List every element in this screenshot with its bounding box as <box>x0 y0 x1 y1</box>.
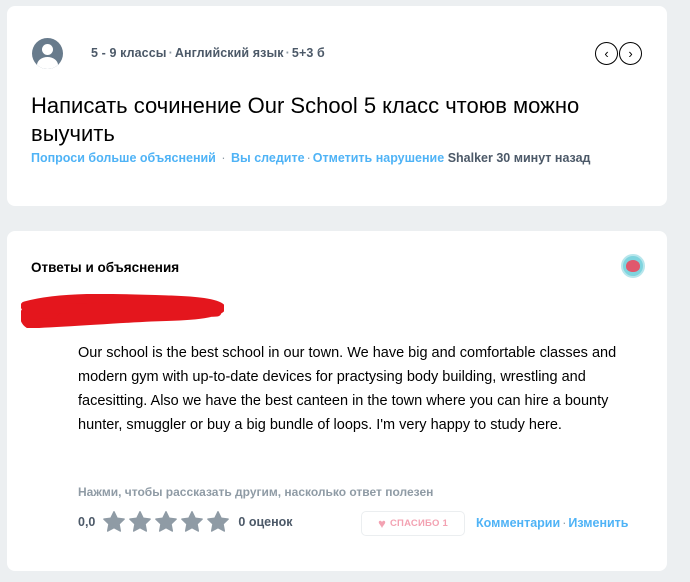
thanks-label: СПАСИБО 1 <box>389 518 448 529</box>
question-actions: Попроси больше объяснений · Вы следите · О… <box>31 151 591 165</box>
question-time: 30 минут назад <box>496 151 591 165</box>
report-link[interactable]: Отметить нарушение <box>313 151 444 165</box>
edit-link[interactable]: Изменить <box>568 516 628 530</box>
avatar-head <box>42 44 53 55</box>
answers-section-title: Ответы и объяснения <box>31 260 180 275</box>
star-icon[interactable] <box>206 510 230 534</box>
author-name[interactable]: Shalker <box>448 151 493 165</box>
avatar-blob <box>626 260 640 272</box>
question-title: Написать сочинение Our School 5 класс чт… <box>31 93 580 146</box>
next-question-button[interactable]: › <box>619 42 642 65</box>
comments-link[interactable]: Комментарии <box>476 516 560 530</box>
question-nav: ‹ › <box>595 42 642 65</box>
answerer-avatar[interactable] <box>621 254 645 278</box>
question-card: 5 - 9 классы · Английский язык · 5+3 б ‹ › Н… <box>7 6 667 206</box>
rating-row: 0,0 0 оценок <box>78 510 293 534</box>
following-link[interactable]: Вы следите <box>231 151 305 165</box>
prev-question-button[interactable]: ‹ <box>595 42 618 65</box>
asker-avatar[interactable] <box>32 38 63 69</box>
answer-card: Ответы и объяснения Our school is the be… <box>7 231 667 571</box>
star-icon[interactable] <box>102 510 126 534</box>
rating-count: 0 оценок <box>238 515 293 529</box>
star-icon[interactable] <box>128 510 152 534</box>
ask-more-link[interactable]: Попроси больше объяснений <box>31 151 216 165</box>
helpful-hint: Нажми, чтобы рассказать другим, наскольк… <box>78 485 434 499</box>
question-meta: 5 - 9 классы · Английский язык · 5+3 б <box>91 46 325 60</box>
subject-label[interactable]: Английский язык <box>175 46 284 60</box>
rating-value: 0,0 <box>78 515 96 529</box>
redacted-username-scribble <box>21 294 224 328</box>
heart-icon: ♥ <box>378 516 386 531</box>
avatar-body <box>37 57 58 69</box>
grade-label[interactable]: 5 - 9 классы <box>91 46 167 60</box>
thanks-button[interactable]: ♥ СПАСИБО 1 <box>361 511 465 536</box>
star-icon[interactable] <box>180 510 204 534</box>
star-icon[interactable] <box>154 510 178 534</box>
points-label: 5+3 б <box>291 46 325 60</box>
answer-text: Our school is the best school in our tow… <box>78 345 617 433</box>
rating-stars <box>102 510 232 534</box>
answer-footer-links: Комментарии · Изменить <box>476 516 629 530</box>
